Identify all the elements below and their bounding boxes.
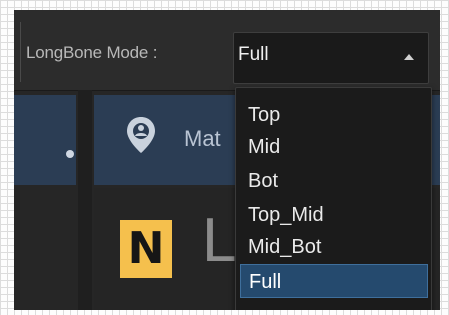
option-mid[interactable]: Mid	[240, 130, 428, 164]
left-panel-tab[interactable]	[14, 95, 76, 185]
longbone-mode-label: LongBone Mode :	[26, 43, 158, 62]
longbone-mode-dropdown-menu: Top Mid Bot Top_Mid Mid_Bot Full	[235, 87, 432, 310]
option-full[interactable]: Full	[240, 264, 428, 298]
n-badge: N	[120, 220, 172, 278]
option-top[interactable]: Top	[240, 98, 428, 132]
map-pin-icon	[127, 117, 155, 153]
longbone-mode-select[interactable]: Full	[233, 32, 429, 84]
content-title: L	[202, 206, 237, 275]
panel-divider	[78, 90, 92, 310]
tab-map-label: Mat	[184, 126, 221, 151]
longbone-mode-select-value: Full	[238, 44, 269, 65]
indicator-dot-icon	[66, 150, 74, 158]
caret-up-icon[interactable]	[404, 54, 414, 60]
toolbar-separator	[20, 22, 21, 82]
toolbar: LongBone Mode : Full	[14, 10, 440, 91]
option-mid-bot[interactable]: Mid_Bot	[240, 230, 428, 264]
option-top-mid[interactable]: Top_Mid	[240, 198, 428, 232]
option-bot[interactable]: Bot	[240, 164, 428, 198]
app-window: LongBone Mode : Full Mat N L Top Mid Bot…	[14, 10, 440, 310]
